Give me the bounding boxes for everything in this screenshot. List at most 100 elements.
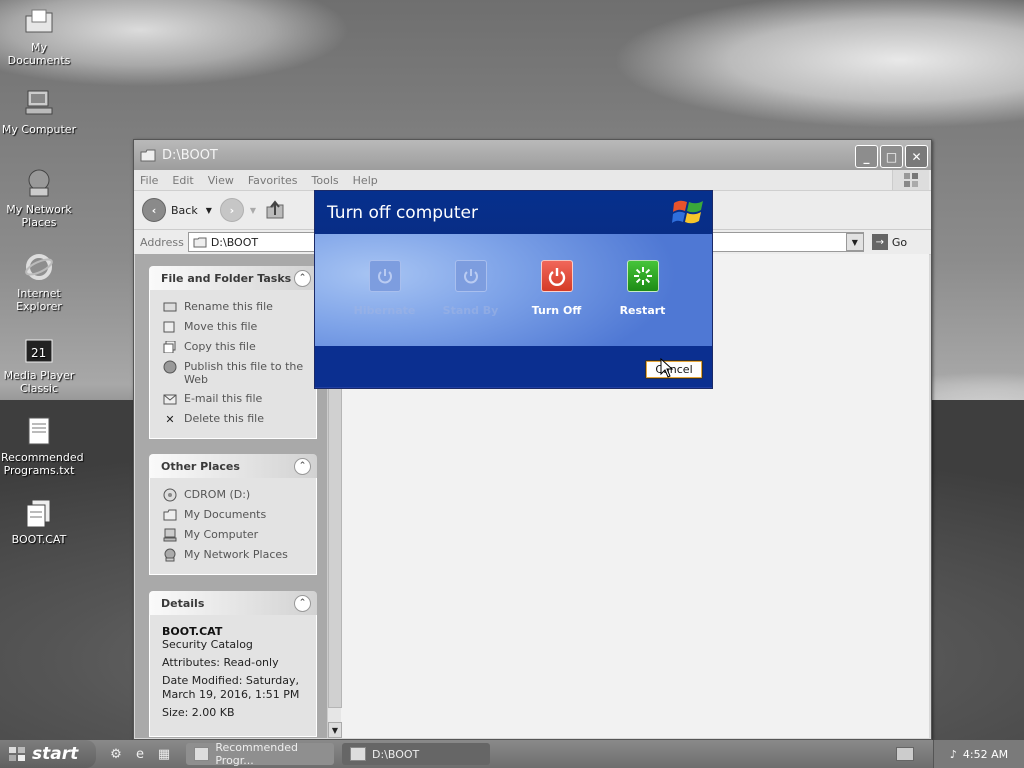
menu-help[interactable]: Help <box>353 174 378 187</box>
stand-by-button[interactable]: Stand By <box>428 260 514 346</box>
close-icon: ✕ <box>911 149 922 164</box>
mouse-cursor-icon <box>660 358 674 378</box>
window-titlebar[interactable]: D:\BOOT <box>134 140 931 170</box>
details-size: Size: 2.00 KB <box>162 706 235 719</box>
globe-icon <box>162 360 178 374</box>
panel-title: Details <box>161 596 205 610</box>
back-label: Back <box>171 203 198 217</box>
place-my-computer[interactable]: My Computer <box>162 528 306 542</box>
address-label: Address <box>140 235 184 249</box>
details-header[interactable]: Details ⌃ <box>149 591 317 615</box>
details-body: BOOT.CAT Security Catalog Attributes: Re… <box>149 615 317 737</box>
address-dropdown-button[interactable]: ▼ <box>845 233 864 251</box>
copy-icon <box>162 340 178 354</box>
text-file-icon <box>22 414 56 448</box>
menu-favorites[interactable]: Favorites <box>248 174 298 187</box>
start-label: start <box>32 744 79 764</box>
taskbar-button-boot-folder[interactable]: D:\BOOT <box>342 743 490 765</box>
desktop-icon-boot-cat[interactable]: BOOT.CAT <box>1 496 77 546</box>
computer-icon <box>22 86 56 120</box>
hibernate-label: Hibernate <box>353 304 416 317</box>
folder-icon <box>140 149 156 161</box>
dialog-body: Hibernate Stand By Turn Off Restart <box>315 234 712 346</box>
desktop-icon-recommended-programs[interactable]: Recommended Programs.txt <box>1 414 84 477</box>
desktop-icon-internet-explorer[interactable]: Internet Explorer <box>1 250 77 313</box>
windows-logo-icon <box>672 200 703 224</box>
folder-documents-icon <box>22 4 56 38</box>
menu-file[interactable]: File <box>140 174 158 187</box>
dropdown-arrow-icon: ▼ <box>205 205 212 215</box>
ie-icon <box>22 250 56 284</box>
menu-view[interactable]: View <box>208 174 234 187</box>
clock[interactable]: 4:52 AM <box>963 748 1008 761</box>
task-rename[interactable]: Rename this file <box>162 300 306 314</box>
task-move[interactable]: Move this file <box>162 320 306 334</box>
dialog-header: Turn off computer <box>315 191 712 234</box>
media-player-quicklaunch-icon[interactable]: ▦ <box>156 746 172 762</box>
close-button[interactable]: ✕ <box>905 145 928 168</box>
place-label: CDROM (D:) <box>184 488 251 501</box>
ie-quicklaunch-icon[interactable]: e <box>132 746 148 762</box>
start-button[interactable]: start <box>0 740 96 768</box>
go-button[interactable]: → Go <box>871 234 907 250</box>
window-title: D:\BOOT <box>162 147 218 163</box>
desktop: My Documents My Computer My Network Plac… <box>0 0 1024 740</box>
restart-icon <box>626 260 659 292</box>
back-button[interactable]: ‹ Back ▼ <box>142 198 212 222</box>
maximize-button[interactable]: □ <box>880 145 903 168</box>
place-my-network-places[interactable]: My Network Places <box>162 548 306 562</box>
menu-edit[interactable]: Edit <box>172 174 193 187</box>
minimize-icon: _ <box>863 149 870 164</box>
place-my-documents[interactable]: My Documents <box>162 508 306 522</box>
desktop-icon-my-computer[interactable]: My Computer <box>1 86 77 136</box>
desktop-icon-label: My Computer <box>1 123 77 136</box>
other-places-header[interactable]: Other Places ⌃ <box>149 454 317 478</box>
task-delete[interactable]: ✕ Delete this file <box>162 412 306 426</box>
cancel-button[interactable]: Cancel <box>645 360 703 379</box>
place-label: My Computer <box>184 528 259 541</box>
chevron-down-icon: ▼ <box>851 237 858 247</box>
power-icon <box>540 260 573 292</box>
network-icon <box>22 166 56 200</box>
details-panel: Details ⌃ BOOT.CAT Security Catalog Attr… <box>149 591 317 737</box>
forward-button[interactable]: › ▼ <box>219 198 256 222</box>
task-copy[interactable]: Copy this file <box>162 340 306 354</box>
turn-off-label: Turn Off <box>531 304 582 317</box>
volume-icon[interactable]: ♪ <box>950 748 957 761</box>
hibernate-button[interactable]: Hibernate <box>342 260 428 346</box>
desktop-icon-media-player-classic[interactable]: 21 Media Player Classic <box>1 332 77 395</box>
desktop-icon-my-network-places[interactable]: My Network Places <box>1 166 77 229</box>
file-tasks-header[interactable]: File and Folder Tasks ⌃ <box>149 266 317 290</box>
media-player-icon: 21 <box>22 332 56 366</box>
keyboard-icon[interactable] <box>896 747 914 761</box>
up-folder-button[interactable] <box>264 199 286 221</box>
go-arrow-icon: → <box>871 234 888 250</box>
place-label: My Documents <box>184 508 267 521</box>
taskbar-button-label: Recommended Progr... <box>215 741 298 767</box>
turn-off-button[interactable]: Turn Off <box>514 260 600 346</box>
task-email[interactable]: E-mail this file <box>162 392 306 406</box>
details-type: Security Catalog <box>162 638 253 651</box>
scroll-down-button[interactable]: ▼ <box>328 722 342 738</box>
collapse-icon[interactable]: ⌃ <box>294 457 311 475</box>
task-publish[interactable]: Publish this file to the Web <box>162 360 306 386</box>
restart-button[interactable]: Restart <box>600 260 686 346</box>
chevron-down-icon: ▼ <box>331 725 339 735</box>
panel-title: File and Folder Tasks <box>161 271 292 285</box>
collapse-icon[interactable]: ⌃ <box>294 594 311 612</box>
place-cdrom[interactable]: CDROM (D:) <box>162 488 306 502</box>
minimize-button[interactable]: _ <box>855 145 878 168</box>
folder-icon <box>350 747 366 761</box>
catalog-file-icon <box>22 496 56 530</box>
menu-bar: File Edit View Favorites Tools Help <box>134 170 931 191</box>
menu-tools[interactable]: Tools <box>312 174 339 187</box>
windows-flag-icon <box>9 747 25 761</box>
collapse-icon[interactable]: ⌃ <box>294 269 311 287</box>
address-value: D:\BOOT <box>210 235 259 249</box>
scrollbar-thumb[interactable] <box>328 376 342 708</box>
show-desktop-icon[interactable]: ⚙ <box>108 746 124 762</box>
taskbar-button-recommended-programs[interactable]: Recommended Progr... <box>186 741 334 767</box>
back-arrow-icon: ‹ <box>142 198 166 222</box>
cdrom-icon <box>162 488 178 502</box>
desktop-icon-my-documents[interactable]: My Documents <box>1 4 77 67</box>
